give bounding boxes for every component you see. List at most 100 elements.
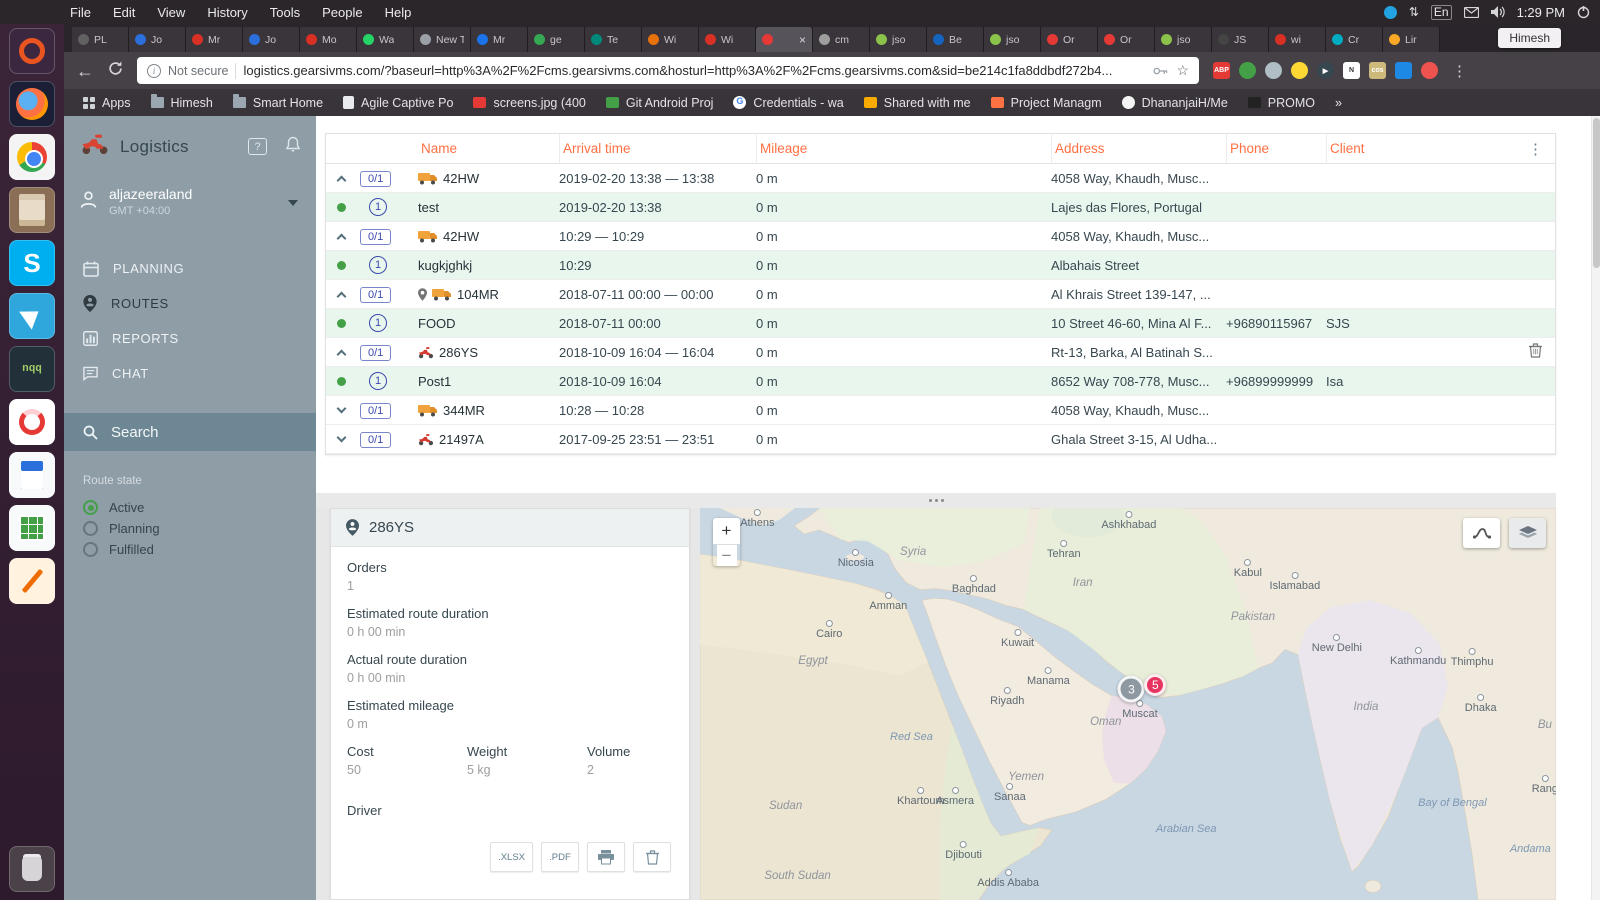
browser-tab[interactable]: jso × [984,27,1041,52]
col-mileage[interactable]: Mileage [756,134,1051,163]
table-row[interactable]: 0/1 344MR 10:28 — 10:28 0 m 4 [326,396,1555,425]
browser-tab[interactable]: JS × [1212,27,1269,52]
launcher-icon-writer[interactable] [9,452,55,498]
browser-tab[interactable]: Mr × [471,27,528,52]
browser-tab[interactable]: Or × [1041,27,1098,52]
extension-icon[interactable]: N [1343,62,1360,79]
browser-tab[interactable]: Or × [1098,27,1155,52]
extension-icon[interactable] [1421,62,1438,79]
delete-route-icon[interactable] [1529,343,1555,361]
extension-icon[interactable]: ABP [1213,62,1230,79]
browser-tab[interactable]: Mr × [186,27,243,52]
launcher-icon-nqq[interactable]: nqq [9,346,55,392]
launcher-icon-draw[interactable] [9,558,55,604]
table-row[interactable]: 1 test 2019-02-20 13:38 0 m Lajes das Fl… [326,193,1555,222]
radio-active[interactable]: Active [83,497,316,518]
browser-tab[interactable]: Wi × [642,27,699,52]
chevron-down-icon[interactable] [288,200,298,206]
col-name[interactable]: Name [418,134,559,163]
map-cluster-marker[interactable]: 3 [1118,676,1145,703]
browser-tab[interactable]: New T × [414,27,471,52]
url-text[interactable]: logistics.gearsivms.com/?baseurl=http%3A… [243,63,1146,78]
menu-item[interactable]: Tools [270,5,300,20]
address-bar[interactable]: i Not secure logistics.gearsivms.com/?ba… [137,57,1199,84]
bookmark-item[interactable]: Shared with me [855,96,980,110]
bookmark-item[interactable]: DhananjaiH/Me [1113,96,1237,110]
key-icon[interactable] [1153,62,1168,80]
tab-close-icon[interactable]: × [799,33,806,47]
table-row[interactable]: 0/1 42HW 2019-02-20 13:38 — 13:38 0 m [326,164,1555,193]
browser-tab[interactable]: Wi × [699,27,756,52]
chevron-up-icon[interactable] [336,233,346,243]
extension-icon[interactable] [1265,62,1282,79]
launcher-icon-firefox[interactable] [9,81,55,127]
browser-tab[interactable]: cm × [813,27,870,52]
table-row[interactable]: 0/1 42HW 10:29 — 10:29 0 m 40 [326,222,1555,251]
mail-icon[interactable] [1464,7,1479,18]
table-row[interactable]: 0/1 21497A 2017-09-25 23:51 — 23:51 0 m [326,425,1555,454]
keyboard-layout-indicator[interactable]: En [1431,5,1452,20]
launcher-icon-ubuntu[interactable] [9,28,55,74]
session-icon[interactable] [1577,6,1590,19]
bookmark-item[interactable]: Agile Captive Po [334,96,462,110]
bookmark-item[interactable]: Smart Home [224,96,332,110]
skype-status-icon[interactable] [1384,6,1397,19]
print-button[interactable] [587,842,625,872]
map[interactable]: Athens Ashkhabad Nicosia Syria Tehran Ka… [700,508,1556,900]
launcher-icon-trash[interactable] [9,846,55,892]
bell-icon[interactable] [286,136,300,158]
help-icon[interactable]: ? [248,138,267,155]
bookmark-item[interactable]: » [1326,96,1351,110]
menu-item[interactable]: View [157,5,185,20]
launcher-icon-mail[interactable] [9,293,55,339]
sidebar-item-routes[interactable]: ROUTES [64,286,316,321]
chevron-up-icon[interactable] [336,349,346,359]
export-pdf-button[interactable]: .PDF [541,842,579,872]
bookmark-item[interactable]: Apps [74,96,140,110]
table-row[interactable]: 0/1 104MR 2018-07-11 00:00 — 00:00 0 m [326,280,1555,309]
browser-tab[interactable]: × [756,27,813,52]
table-row[interactable]: 1 FOOD 2018-07-11 00:00 0 m 10 Street 46… [326,309,1555,338]
col-phone[interactable]: Phone [1226,134,1326,163]
radio-icon[interactable] [83,521,98,536]
extension-icon[interactable]: ▶ [1317,62,1334,79]
col-arrival[interactable]: Arrival time [559,134,756,163]
radio-planning[interactable]: Planning [83,518,316,539]
table-menu-icon[interactable]: ⋮ [1528,140,1555,158]
bookmark-item[interactable]: Project Managm [982,96,1111,110]
layers-button[interactable] [1509,518,1546,548]
page-info-icon[interactable]: i [147,64,161,78]
chevron-down-icon[interactable] [336,403,346,413]
bookmark-item[interactable]: screens.jpg (400 [464,96,594,110]
table-row[interactable]: 1 kugkjghkj 10:29 0 m Albahais Street [326,251,1555,280]
browser-tab[interactable]: wi × [1269,27,1326,52]
launcher-icon-files[interactable] [9,187,55,233]
table-row[interactable]: 0/1 286YS 2018-10-09 16:04 — 16:04 0 m [326,338,1555,367]
menu-item[interactable]: History [207,5,247,20]
extension-icon[interactable] [1239,62,1256,79]
browser-tab[interactable]: ge × [528,27,585,52]
reload-button[interactable] [108,61,123,81]
bookmark-item[interactable]: Himesh [142,96,222,110]
chevron-up-icon[interactable] [336,175,346,185]
bookmark-item[interactable]: PROMO [1239,96,1324,110]
profile-chip[interactable]: Himesh [1498,28,1561,48]
chevron-up-icon[interactable] [336,291,346,301]
launcher-icon-calc[interactable] [9,505,55,551]
menu-item[interactable]: People [322,5,362,20]
map-cluster-marker[interactable]: 5 [1144,674,1166,696]
browser-tab[interactable]: Be × [927,27,984,52]
extension-icon[interactable] [1395,62,1412,79]
scrollbar-thumb[interactable] [1593,118,1600,268]
browser-tab[interactable]: Cr × [1326,27,1383,52]
user-section[interactable]: aljazeeraland GMT +04:00 [64,170,316,233]
radio-icon[interactable] [83,500,98,515]
sidebar-item-planning[interactable]: PLANNING [64,251,316,286]
extension-icon[interactable] [1291,62,1308,79]
table-row[interactable]: 1 Post1 2018-10-09 16:04 0 m 8652 Way 70… [326,367,1555,396]
volume-icon[interactable] [1491,6,1505,18]
col-client[interactable]: Client [1326,134,1466,163]
menu-item[interactable]: Edit [113,5,135,20]
sidebar-item-reports[interactable]: REPORTS [64,321,316,356]
browser-tab[interactable]: jso × [870,27,927,52]
